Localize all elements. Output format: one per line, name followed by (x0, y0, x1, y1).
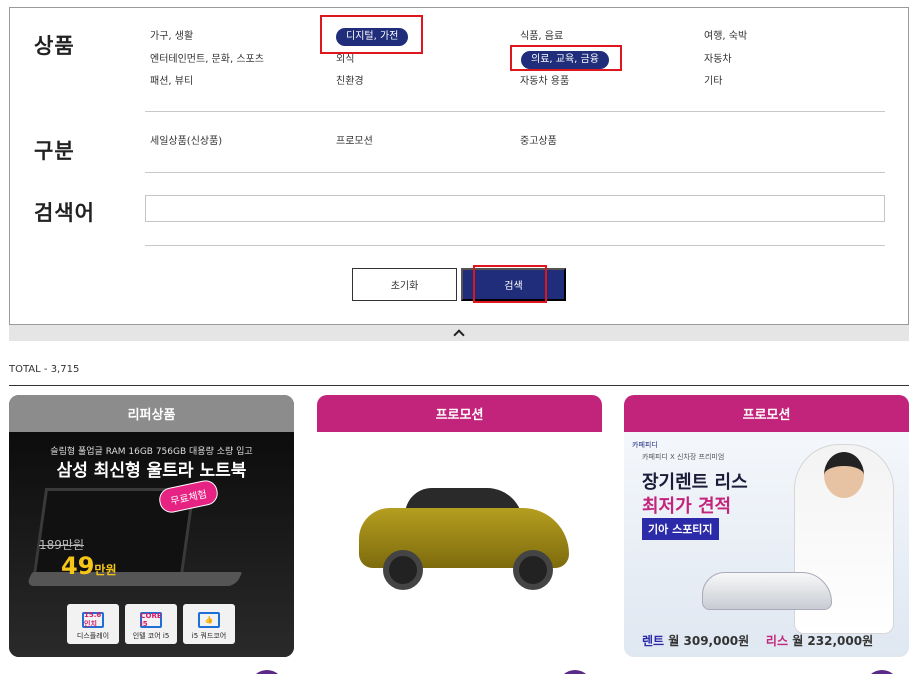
card-category-header: 프로모션 (624, 395, 909, 432)
type-option-sale[interactable]: 세일상품(신상품) (150, 135, 222, 149)
person-head-illustration (824, 452, 864, 498)
car-wheel (383, 550, 423, 590)
divider (145, 111, 885, 112)
brand-logo: 카페피디 (632, 441, 658, 449)
price-line: 렌트 월 309,000원 리스 월 232,000원 (642, 632, 873, 649)
product-card[interactable]: 프로모션 카페피디 카페피디 X 신차장 프리미엄 장기렌트 리스 최저가 견적… (624, 395, 909, 657)
option-etc[interactable]: 기타 (704, 75, 722, 89)
product-image[interactable] (317, 432, 602, 657)
option-dining[interactable]: 외식 (336, 53, 354, 67)
old-price: 189만원 (39, 538, 84, 552)
chevron-up-icon (453, 329, 465, 341)
ad-headline: 장기렌트 리스 (642, 472, 748, 493)
keyword-input[interactable] (145, 195, 885, 222)
type-label: 구분 (34, 139, 75, 163)
rent-label: 렌트 (642, 634, 665, 648)
reset-button[interactable]: 초기화 (352, 268, 457, 301)
product-image[interactable]: 슬림형 풀업글 RAM 16GB 756GB 대용량 소량 입고 삼성 최신형 … (9, 432, 294, 657)
wishlist-button[interactable] (250, 670, 284, 674)
option-travel[interactable]: 여행, 숙박 (704, 30, 747, 44)
thumbs-up-icon: 👍 (198, 612, 220, 628)
option-food[interactable]: 식품, 음료 (520, 30, 563, 44)
type-option-promotion[interactable]: 프로모션 (336, 135, 373, 149)
option-eco[interactable]: 친환경 (336, 75, 364, 89)
display-icon: 15.6인치 (82, 611, 104, 628)
option-furniture[interactable]: 가구, 생활 (150, 30, 193, 44)
feature-display: 15.6인치디스플레이 (67, 604, 119, 644)
new-price: 49만원 (61, 552, 117, 580)
feature-label: 인텔 코어 i5 (132, 632, 170, 640)
option-car-goods[interactable]: 자동차 용품 (520, 75, 569, 89)
feature-cpu: CORE i5 인텔 코어 i5 (125, 604, 177, 644)
suv-illustration (702, 572, 832, 610)
rent-price: 월 309,000원 (668, 634, 750, 648)
price-unit: 만원 (94, 563, 117, 577)
keyword-label: 검색어 (34, 201, 95, 225)
ad-model-badge: 기아 스포티지 (642, 518, 719, 540)
type-option-used[interactable]: 중고상품 (520, 135, 557, 149)
product-label: 상품 (34, 34, 75, 58)
car-wheel (513, 550, 553, 590)
wishlist-button[interactable] (865, 670, 899, 674)
option-car[interactable]: 자동차 (704, 53, 732, 67)
collapse-toggle[interactable] (9, 325, 909, 341)
ad-title: 삼성 최신형 울트라 노트북 (56, 461, 247, 481)
result-total: TOTAL - 3,715 (9, 364, 80, 375)
highlight-box-medical (510, 45, 622, 71)
card-category-header: 리퍼상품 (9, 395, 294, 432)
option-fashion[interactable]: 패션, 뷰티 (150, 75, 193, 89)
highlight-box-digital (320, 15, 423, 54)
ad-headline-accent: 최저가 견적 (642, 496, 732, 517)
wishlist-button[interactable] (558, 670, 592, 674)
feature-quadcore: 👍 i5 쿼드코어 (183, 604, 235, 644)
divider (9, 385, 909, 386)
option-entertainment[interactable]: 엔터테인먼트, 문화, 스포츠 (150, 53, 264, 67)
divider (145, 245, 885, 246)
lease-price: 월 232,000원 (792, 634, 874, 648)
laptop-base-illustration (25, 572, 243, 586)
card-category-header: 프로모션 (317, 395, 602, 432)
feature-label: 디스플레이 (76, 632, 110, 640)
feature-label: i5 쿼드코어 (191, 632, 227, 640)
lease-label: 리스 (765, 634, 789, 648)
ad-tagline: 카페피디 X 신차장 프리미엄 (642, 453, 725, 461)
highlight-box-search (473, 265, 547, 303)
cpu-icon: CORE i5 (140, 612, 162, 628)
product-card[interactable]: 리퍼상품 슬림형 풀업글 RAM 16GB 756GB 대용량 소량 입고 삼성… (9, 395, 294, 657)
product-card[interactable]: 프로모션 (317, 395, 602, 657)
filter-panel: 상품 가구, 생활 디지털, 가전 식품, 음료 여행, 숙박 엔터테인먼트, … (9, 7, 909, 325)
new-price-value: 49 (61, 552, 95, 580)
divider (145, 172, 885, 173)
product-image[interactable]: 카페피디 카페피디 X 신차장 프리미엄 장기렌트 리스 최저가 견적 기아 스… (624, 432, 909, 657)
